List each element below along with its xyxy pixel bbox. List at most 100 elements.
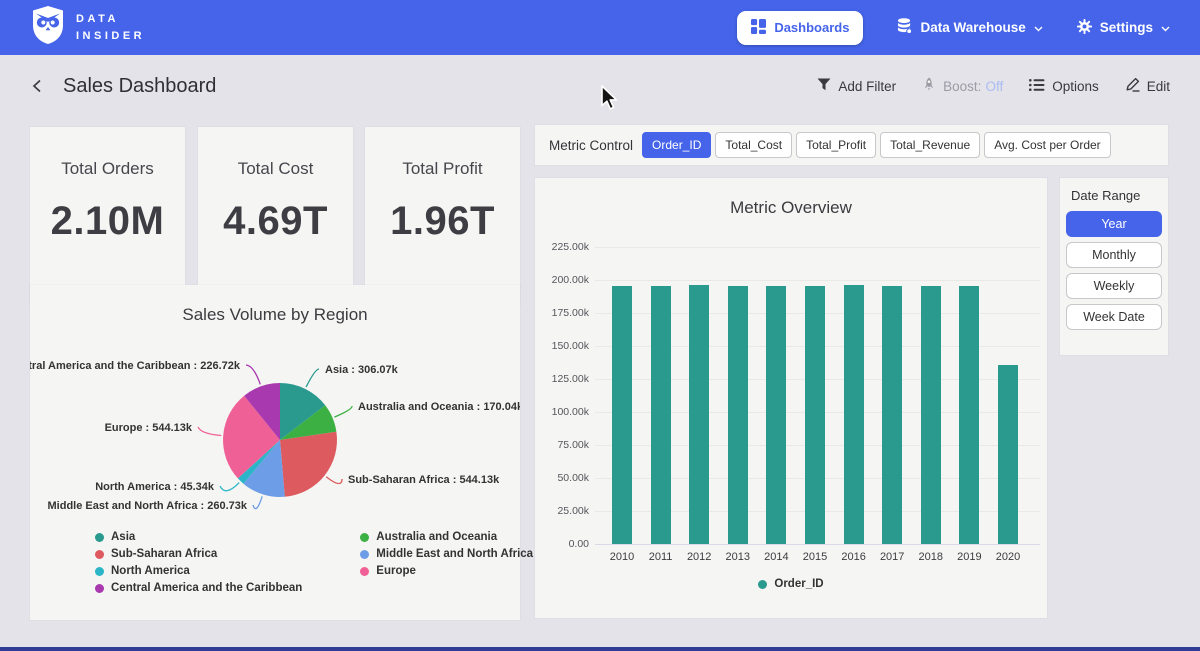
x-axis-tick: 2019 xyxy=(949,551,989,563)
settings-menu[interactable]: Settings xyxy=(1077,19,1170,37)
legend-item[interactable]: Central America and the Caribbean xyxy=(95,582,302,594)
boost-toggle[interactable]: Boost: Off xyxy=(922,77,1003,95)
pie-label-leader xyxy=(253,496,262,508)
bar-chart-plot: 0.0025.00k50.00k75.00k100.00k125.00k150.… xyxy=(595,247,1040,544)
pie-label-leader xyxy=(220,483,239,491)
y-axis-tick: 125.00k xyxy=(539,373,589,385)
pie-label-leader xyxy=(326,477,342,484)
y-axis-tick: 100.00k xyxy=(539,406,589,418)
y-axis-tick: 75.00k xyxy=(539,439,589,451)
bar[interactable] xyxy=(766,286,786,544)
brand-line2: INSIDER xyxy=(76,28,145,45)
page-title: Sales Dashboard xyxy=(63,75,216,98)
brand[interactable]: DATA INSIDER xyxy=(30,5,145,50)
bar[interactable] xyxy=(921,286,941,544)
boost-label: Boost: xyxy=(943,79,981,94)
data-warehouse-menu[interactable]: Data Warehouse xyxy=(897,18,1042,37)
pie-label-leader xyxy=(246,365,260,384)
metric-chip-avg-cost-per-order[interactable]: Avg. Cost per Order xyxy=(984,132,1111,158)
legend-dot xyxy=(758,580,767,589)
back-button[interactable] xyxy=(30,78,45,94)
pie-slice-label: Asia : 306.07k xyxy=(325,364,399,376)
legend-item[interactable]: Europe xyxy=(360,565,533,577)
pencil-icon xyxy=(1125,77,1140,95)
filter-funnel-icon xyxy=(817,78,831,94)
x-axis-tick: 2015 xyxy=(795,551,835,563)
edit-button[interactable]: Edit xyxy=(1125,77,1170,95)
pie-slice-label: North America : 45.34k xyxy=(95,481,215,493)
brand-line1: DATA xyxy=(76,11,145,28)
chevron-down-icon xyxy=(1161,20,1170,35)
kpi-card-total-orders: Total Orders 2.10M xyxy=(30,127,185,305)
pie-chart-panel: Sales Volume by Region Asia : 306.07kAus… xyxy=(30,285,520,620)
date-range-week-date-button[interactable]: Week Date xyxy=(1066,304,1162,330)
y-axis-tick: 0.00 xyxy=(539,538,589,550)
y-axis-tick: 25.00k xyxy=(539,505,589,517)
boost-value: Off xyxy=(985,79,1003,94)
bar[interactable] xyxy=(805,286,825,544)
date-range-label: Date Range xyxy=(1071,188,1162,203)
gridline xyxy=(595,247,1040,248)
page-header: Sales Dashboard Add Filter Boost: Off xyxy=(0,55,1200,117)
x-axis-tick: 2013 xyxy=(718,551,758,563)
bar-chart-panel: Metric Overview 0.0025.00k50.00k75.00k10… xyxy=(535,178,1047,618)
date-range-year-button[interactable]: Year xyxy=(1066,211,1162,237)
legend-item[interactable]: North America xyxy=(95,565,302,577)
options-list-icon xyxy=(1029,79,1045,94)
bar[interactable] xyxy=(844,285,864,544)
legend-dot xyxy=(360,533,369,542)
legend-item[interactable]: Australia and Oceania xyxy=(360,531,533,543)
y-axis-tick: 200.00k xyxy=(539,274,589,286)
gear-icon xyxy=(1077,19,1092,37)
pie-label-leader xyxy=(306,369,319,387)
legend-dot xyxy=(95,584,104,593)
legend-item[interactable]: Middle East and North Africa xyxy=(360,548,533,560)
metric-control-bar: Metric Control Order_ID Total_Cost Total… xyxy=(535,125,1168,165)
legend-item[interactable]: Sub-Saharan Africa xyxy=(95,548,302,560)
x-axis-tick: 2016 xyxy=(834,551,874,563)
gridline xyxy=(595,544,1040,545)
options-button[interactable]: Options xyxy=(1029,79,1099,94)
y-axis-tick: 175.00k xyxy=(539,307,589,319)
database-icon xyxy=(897,18,912,37)
kpi-label: Total Orders xyxy=(61,159,154,179)
legend-dot xyxy=(95,550,104,559)
legend-item[interactable]: Asia xyxy=(95,531,302,543)
metric-chip-order-id[interactable]: Order_ID xyxy=(642,132,711,158)
bar[interactable] xyxy=(998,365,1018,544)
date-range-weekly-button[interactable]: Weekly xyxy=(1066,273,1162,299)
legend-item[interactable]: Order_ID xyxy=(758,578,823,590)
add-filter-button[interactable]: Add Filter xyxy=(817,78,896,94)
bar[interactable] xyxy=(612,286,632,544)
pie-slice-label: Europe : 544.13k xyxy=(105,422,193,434)
bar[interactable] xyxy=(959,286,979,544)
top-nav: DATA INSIDER Dashboards xyxy=(0,0,1200,55)
dashboards-button[interactable]: Dashboards xyxy=(737,11,863,45)
y-axis-tick: 50.00k xyxy=(539,472,589,484)
pie-label-leader xyxy=(198,427,221,436)
bar-legend: Order_ID xyxy=(535,578,1047,590)
kpi-label: Total Cost xyxy=(238,159,314,179)
metric-chip-total-profit[interactable]: Total_Profit xyxy=(796,132,876,158)
top-nav-menu: Dashboards Data Warehouse xyxy=(737,11,1170,45)
pie-legend: Asia Sub-Saharan Africa North America Ce… xyxy=(95,531,533,594)
date-range-monthly-button[interactable]: Monthly xyxy=(1066,242,1162,268)
bar[interactable] xyxy=(689,285,709,545)
bar[interactable] xyxy=(728,286,748,544)
metric-chip-total-cost[interactable]: Total_Cost xyxy=(715,132,792,158)
x-axis-tick: 2010 xyxy=(602,551,642,563)
bottom-strip xyxy=(0,647,1200,651)
y-axis-tick: 225.00k xyxy=(539,241,589,253)
bar[interactable] xyxy=(651,286,671,544)
bar[interactable] xyxy=(882,286,902,544)
pie-slice-label: Australia and Oceania : 170.04k xyxy=(358,401,520,413)
x-axis-tick: 2014 xyxy=(756,551,796,563)
pie-slice[interactable] xyxy=(280,432,337,497)
date-range-panel: Date Range Year Monthly Weekly Week Date xyxy=(1060,178,1168,355)
pie-slice-label: Central America and the Caribbean : 226.… xyxy=(30,360,241,372)
dashboards-grid-icon xyxy=(751,19,766,37)
x-axis-tick: 2020 xyxy=(988,551,1028,563)
x-axis-tick: 2018 xyxy=(911,551,951,563)
metric-chip-total-revenue[interactable]: Total_Revenue xyxy=(880,132,980,158)
pie-label-leader xyxy=(334,406,352,417)
